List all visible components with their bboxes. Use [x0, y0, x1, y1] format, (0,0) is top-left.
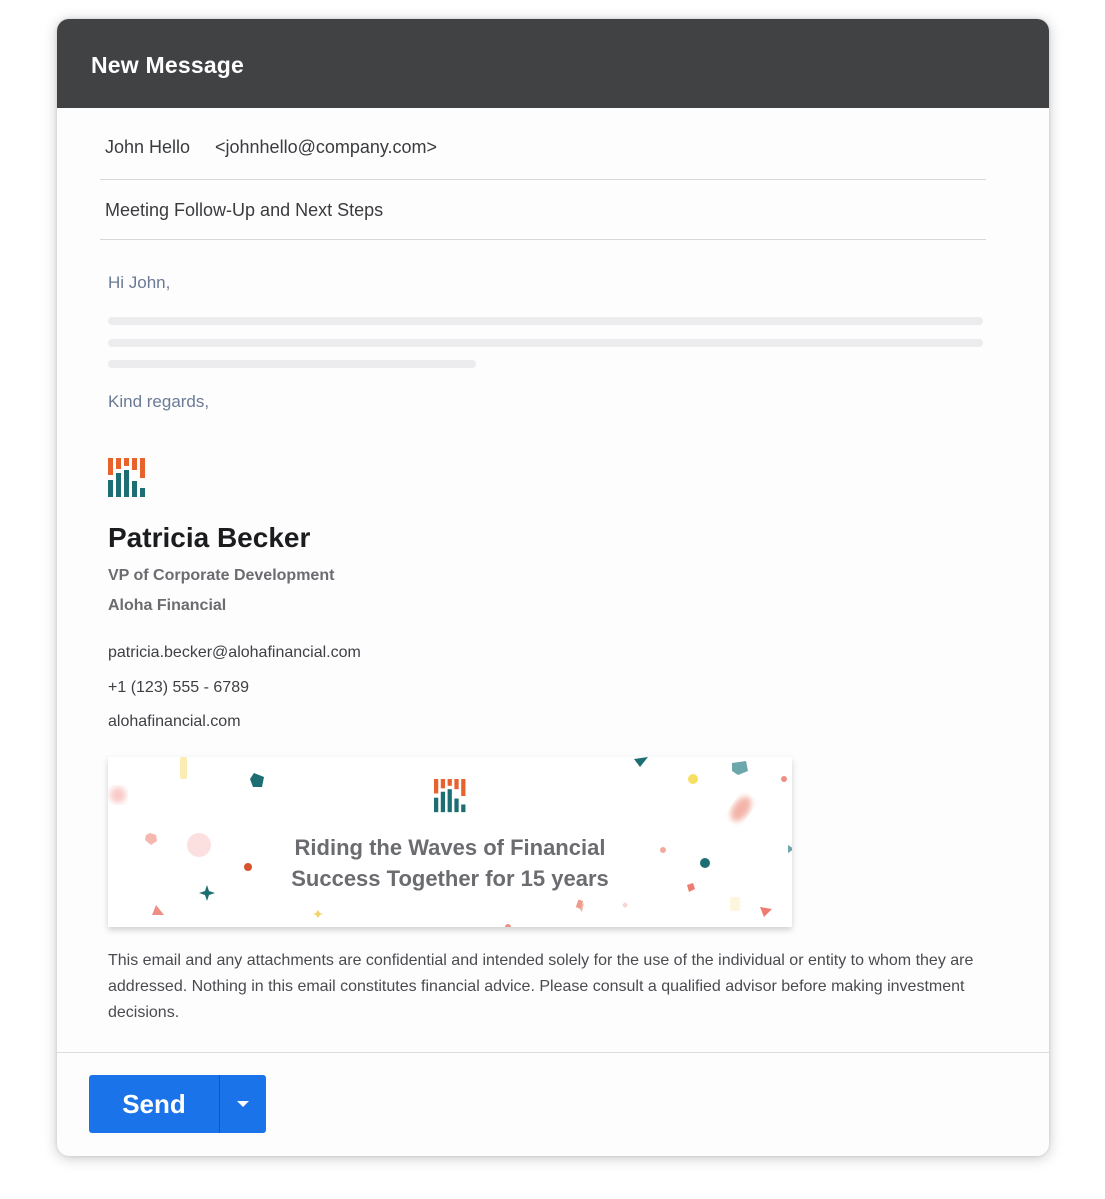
banner-text: Riding the Waves of Financial Success To… [108, 832, 792, 894]
body-placeholder-line [108, 360, 476, 368]
body-placeholder-line [108, 317, 983, 325]
banner-line-1: Riding the Waves of Financial [294, 835, 606, 860]
caret-down-icon [237, 1101, 249, 1107]
signature-website-link[interactable]: alohafinancial.com [108, 713, 241, 731]
closing-text: Kind regards, [108, 392, 210, 411]
footer-divider [57, 1052, 1049, 1053]
compose-window: New Message John Hello <johnhello@compan… [57, 19, 1049, 1156]
send-button[interactable]: Send [89, 1075, 220, 1133]
signature-name: Patricia Becker [108, 522, 311, 553]
body-placeholder-line [108, 339, 983, 347]
send-button-group: Send [89, 1075, 266, 1133]
signature-company: Aloha Financial [108, 597, 227, 614]
recipient-email: <johnhello@company.com> [215, 137, 438, 157]
greeting-text: Hi John, [108, 273, 171, 292]
signature-email-link[interactable]: patricia.becker@alohafinancial.com [108, 644, 361, 662]
subject-text: Meeting Follow-Up and Next Steps [105, 200, 384, 220]
banner-logo-icon [434, 779, 468, 813]
signature-role: VP of Corporate Development [108, 567, 335, 584]
window-title: New Message [91, 52, 245, 78]
compose-titlebar: New Message [57, 19, 1049, 108]
banner-line-2: Success Together for 15 years [291, 866, 609, 891]
signature-banner[interactable]: Riding the Waves of Financial Success To… [108, 757, 792, 927]
recipient-name: John Hello [105, 137, 191, 157]
company-logo-icon [108, 458, 148, 498]
signature-phone[interactable]: +1 (123) 555 - 6789 [108, 679, 249, 697]
disclaimer-text: This email and any attachments are confi… [108, 952, 974, 1021]
subject-field[interactable]: Meeting Follow-Up and Next Steps [100, 180, 986, 240]
to-field[interactable]: John Hello <johnhello@company.com> [100, 108, 986, 180]
send-options-button[interactable] [220, 1075, 266, 1133]
